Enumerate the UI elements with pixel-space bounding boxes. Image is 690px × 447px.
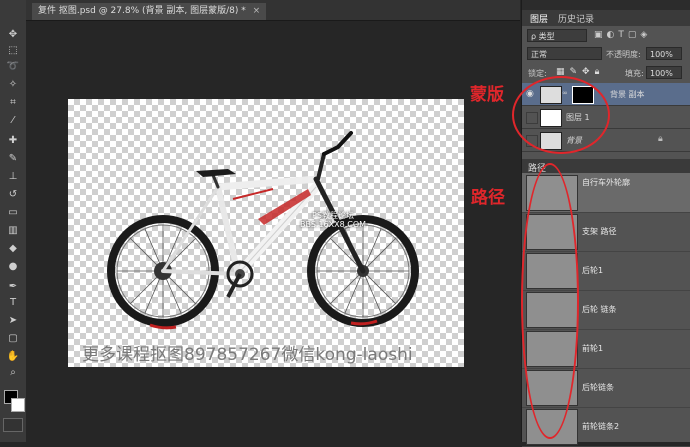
path-name: 后轮1 xyxy=(582,266,604,275)
tools-panel: ✥ ⬚ ➰ ✧ ⌗ ⁄ ✚ ✎ ⊥ ↺ ▭ ▥ ◆ ● ✒ T ➤ ▢ ✋ ⌕ xyxy=(0,0,27,442)
document-tab[interactable]: 复件 抠图.psd @ 27.8% (背景 副本, 图层蒙版/8) * × xyxy=(32,3,267,20)
gradient-tool-icon[interactable]: ▥ xyxy=(5,224,21,238)
forum-watermark-line2: BBS.16XX8.COM xyxy=(300,220,367,229)
quick-mask-button[interactable] xyxy=(3,418,23,432)
lasso-tool-icon[interactable]: ➰ xyxy=(5,60,21,74)
history-brush-tool-icon[interactable]: ↺ xyxy=(5,188,21,202)
mask-annotation: 蒙版 xyxy=(470,85,504,105)
layer-filter-dropdown[interactable]: ρ 类型 xyxy=(527,29,587,42)
layers-panel-tabs: 图层 历史记录 xyxy=(522,10,690,26)
blend-mode-dropdown[interactable]: 正常 xyxy=(527,47,602,60)
path-name: 前轮1 xyxy=(582,344,604,353)
type-tool-icon[interactable]: T xyxy=(5,296,21,310)
pen-tool-icon[interactable]: ✒ xyxy=(5,280,21,294)
opacity-input[interactable]: 100% xyxy=(646,47,682,60)
tab-history[interactable]: 历史记录 xyxy=(558,12,594,25)
forum-watermark: PS教程论坛 BBS.16XX8.COM xyxy=(300,211,366,229)
bicycle-image xyxy=(107,131,419,330)
path-name: 后轮链条 xyxy=(582,383,614,392)
brush-tool-icon[interactable]: ✎ xyxy=(5,152,21,166)
magic-wand-tool-icon[interactable]: ✧ xyxy=(5,78,21,92)
background-color-swatch[interactable] xyxy=(11,398,25,412)
path-name: 后轮 链条 xyxy=(582,305,617,314)
close-icon[interactable]: × xyxy=(253,3,261,20)
path-name: 自行车外轮廓 xyxy=(582,178,630,187)
lock-icon: 🔒︎ xyxy=(658,134,663,144)
path-name: 支架 路径 xyxy=(582,227,617,236)
move-tool-icon[interactable]: ✥ xyxy=(5,28,21,42)
document-tab-bar: 复件 抠图.psd @ 27.8% (背景 副本, 图层蒙版/8) * × xyxy=(26,0,520,21)
shape-tool-icon[interactable]: ▢ xyxy=(5,332,21,346)
path-name: 前轮链条2 xyxy=(582,422,620,431)
panel-top-strip xyxy=(522,0,690,10)
document-tab-title: 复件 抠图.psd @ 27.8% (背景 副本, 图层蒙版/8) * xyxy=(38,6,246,16)
transparent-canvas[interactable] xyxy=(68,99,464,367)
crop-tool-icon[interactable]: ⌗ xyxy=(5,96,21,110)
opacity-label: 不透明度: xyxy=(606,50,641,59)
tab-layers[interactable]: 图层 xyxy=(530,12,548,25)
fill-label: 填充: xyxy=(625,69,644,78)
marquee-tool-icon[interactable]: ⬚ xyxy=(5,44,21,58)
fill-input[interactable]: 100% xyxy=(646,66,682,79)
paths-annotation: 路径 xyxy=(471,188,505,208)
hand-tool-icon[interactable]: ✋ xyxy=(5,350,21,364)
zoom-tool-icon[interactable]: ⌕ xyxy=(5,366,21,380)
eyedropper-tool-icon[interactable]: ⁄ xyxy=(5,114,21,128)
blur-tool-icon[interactable]: ◆ xyxy=(5,242,21,256)
layer-name: 背景 副本 xyxy=(610,90,645,99)
course-watermark: 更多课程抠图897857267微信kong-laoshi xyxy=(82,345,413,365)
mask-annotation-ellipse xyxy=(512,76,610,154)
filter-icons[interactable]: ▣◐T▢◈ xyxy=(594,30,684,42)
forum-watermark-line1: PS教程论坛 xyxy=(312,211,354,220)
eraser-tool-icon[interactable]: ▭ xyxy=(5,206,21,220)
paths-annotation-ellipse xyxy=(521,163,579,439)
stamp-tool-icon[interactable]: ⊥ xyxy=(5,170,21,184)
path-select-tool-icon[interactable]: ➤ xyxy=(5,314,21,328)
dodge-tool-icon[interactable]: ● xyxy=(5,260,21,274)
healing-tool-icon[interactable]: ✚ xyxy=(5,134,21,148)
